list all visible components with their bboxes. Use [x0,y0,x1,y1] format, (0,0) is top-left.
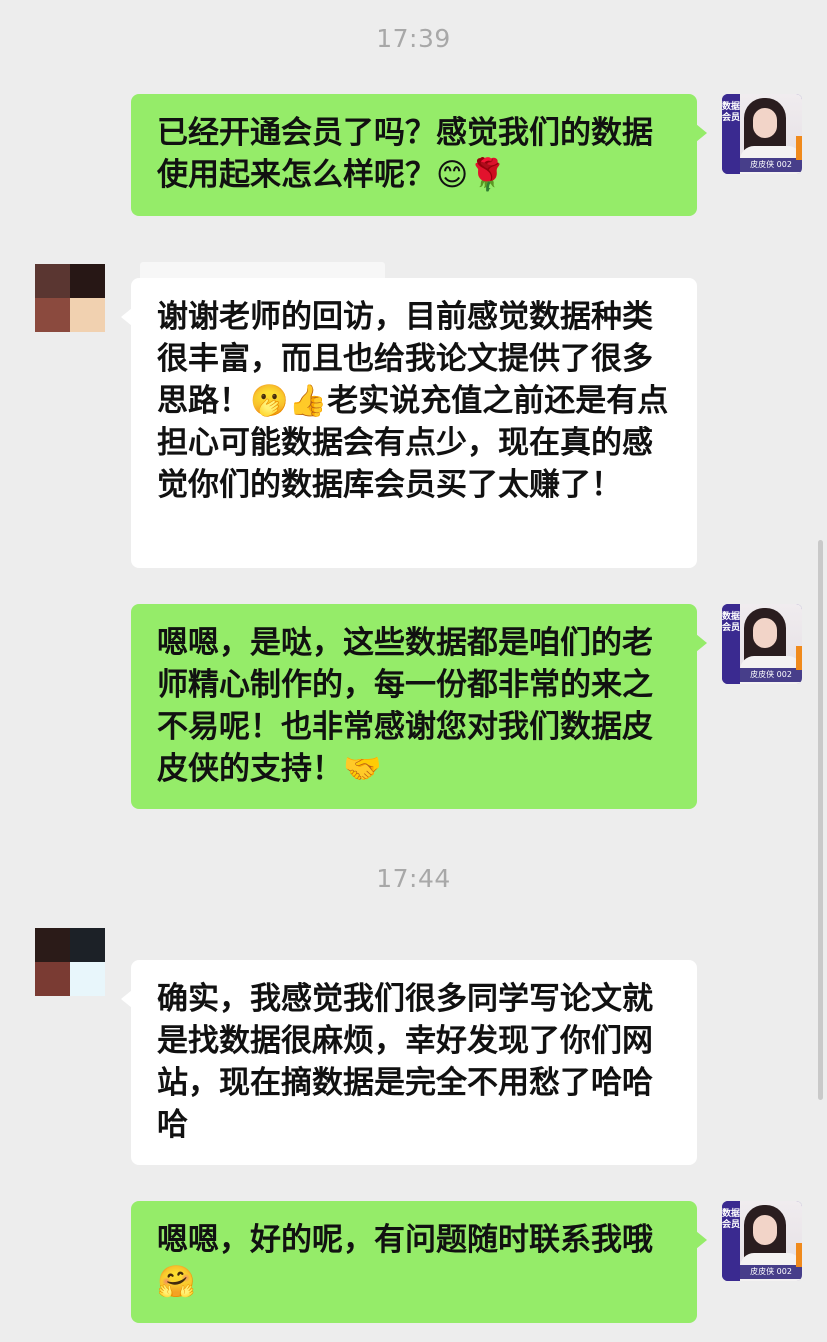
avatar-tag-label: 皮皮侠 002 [740,1265,802,1279]
message-bubble-outgoing[interactable]: 嗯嗯，好的呢，有问题随时联系我哦 🤗 [131,1201,707,1323]
contact-avatar[interactable] [35,928,105,996]
avatar-side-label: 数据会员 [722,1201,740,1281]
scrollbar[interactable] [818,540,823,1100]
message-bubble-outgoing[interactable]: 已经开通会员了吗？感觉我们的数据使用起来怎么样呢？😊🌹 [131,94,707,216]
surprised-thumbsup-emoji-icon: 🫢👍 [250,383,328,419]
avatar-tag-label: 皮皮侠 002 [740,668,802,682]
message-bubble-incoming[interactable]: 谢谢老师的回访，目前感觉数据种类很丰富，而且也给我论文提供了很多思路！🫢👍老实说… [121,278,697,568]
message-bubble-outgoing[interactable]: 嗯嗯，是哒，这些数据都是咱们的老师精心制作的，每一份都非常的来之不易呢！也非常感… [131,604,707,809]
my-avatar[interactable]: 数据会员 皮皮侠 002 [722,94,802,174]
avatar-tag-label: 皮皮侠 002 [740,158,802,172]
my-avatar[interactable]: 数据会员 皮皮侠 002 [722,604,802,684]
message-text: 嗯嗯，是哒，这些数据都是咱们的老师精心制作的，每一份都非常的来之不易呢！也非常感… [157,625,653,787]
timestamp: 17:44 [376,864,451,893]
avatar-side-label: 数据会员 [722,604,740,684]
handshake-emoji-icon: 🤝 [343,751,382,787]
message-text: 嗯嗯，好的呢，有问题随时联系我哦 [157,1222,653,1258]
hug-emoji-icon: 🤗 [157,1264,196,1300]
avatar-side-label: 数据会员 [722,94,740,174]
my-avatar[interactable]: 数据会员 皮皮侠 002 [722,1201,802,1281]
message-text: 已经开通会员了吗？感觉我们的数据使用起来怎么样呢？ [157,115,653,193]
timestamp: 17:39 [376,24,451,53]
message-bubble-incoming[interactable]: 确实，我感觉我们很多同学写论文就是找数据很麻烦，幸好发现了你们网站，现在摘数据是… [121,960,697,1165]
smile-rose-emoji-icon: 😊🌹 [436,157,507,193]
message-text: 确实，我感觉我们很多同学写论文就是找数据很麻烦，幸好发现了你们网站，现在摘数据是… [157,981,653,1143]
contact-avatar[interactable] [35,264,105,332]
